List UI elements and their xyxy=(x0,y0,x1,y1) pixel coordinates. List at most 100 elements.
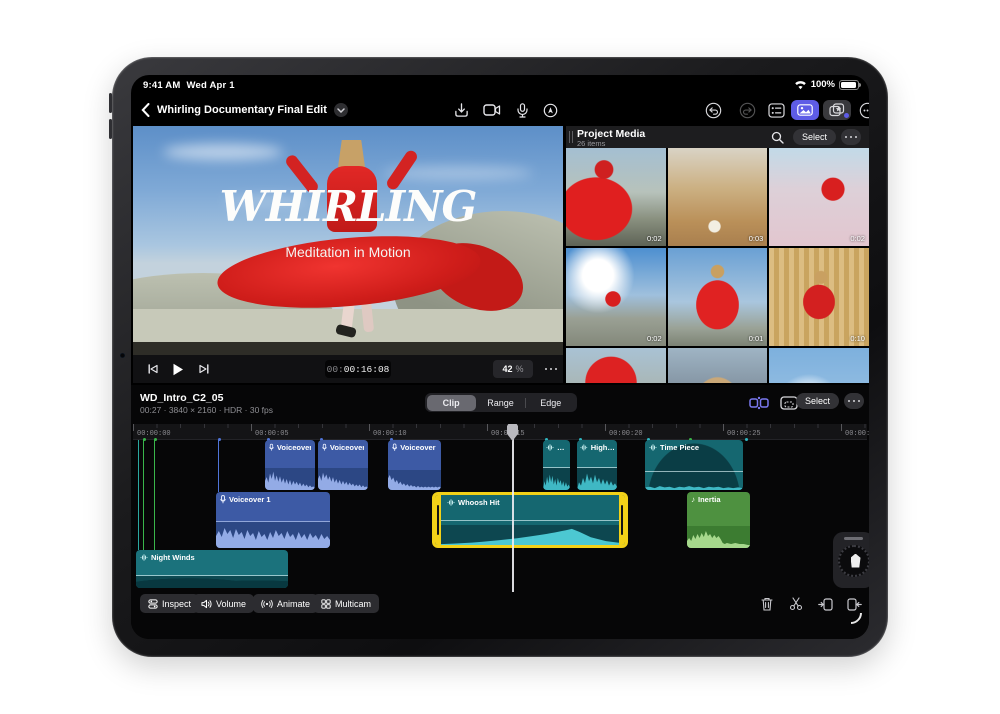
thumb-duration: 0:02 xyxy=(647,334,662,343)
zoom-value: 42 xyxy=(502,364,512,374)
media-thumb[interactable]: 0:01 xyxy=(668,248,768,346)
inspect-button[interactable]: Inspect xyxy=(140,594,199,613)
media-browser-icon[interactable] xyxy=(791,100,819,120)
ruler-label: 00:00:25 xyxy=(727,430,761,438)
insert-clip-icon[interactable] xyxy=(814,593,836,615)
back-icon[interactable] xyxy=(141,103,150,117)
clip-night-winds[interactable]: Night Winds xyxy=(136,550,288,588)
media-thumb[interactable] xyxy=(566,348,666,383)
skip-forward-icon[interactable] xyxy=(192,358,216,380)
clip-label: Voiceover 2 xyxy=(277,443,311,452)
clip-stem xyxy=(218,440,219,492)
media-thumb[interactable] xyxy=(668,348,768,383)
volume-down-button xyxy=(109,119,112,139)
skip-back-icon[interactable] xyxy=(141,358,165,380)
segment-edge[interactable]: Edge xyxy=(526,395,575,411)
clip-voiceover-2[interactable]: Voiceover 2 xyxy=(265,440,315,490)
status-bar: 9:41 AMWed Apr 1 100% xyxy=(131,75,869,97)
search-icon[interactable] xyxy=(765,126,789,148)
blade-cut-icon[interactable] xyxy=(785,593,807,615)
effects-browser-icon[interactable] xyxy=(823,100,851,120)
volume-label: Volume xyxy=(216,599,246,609)
clip-label: … xyxy=(557,443,565,452)
clip-label: Voiceover 3 xyxy=(400,443,437,452)
clip-voiceover-1[interactable]: Voiceover 1 xyxy=(216,492,330,548)
clip-voiceover-2b[interactable]: Voiceover 2 xyxy=(318,440,368,490)
browser-index-icon[interactable] xyxy=(764,99,788,121)
clip-high[interactable]: High… xyxy=(577,440,617,490)
inspect-icon xyxy=(148,599,158,609)
media-select-button[interactable]: Select xyxy=(793,129,836,145)
timeline-select-button[interactable]: Select xyxy=(796,393,839,409)
media-thumb[interactable] xyxy=(769,348,869,383)
clip-voiceover-3[interactable]: Voiceover 3 xyxy=(388,440,441,490)
delete-icon[interactable] xyxy=(756,593,778,615)
ruler-label: 00:00:00 xyxy=(137,430,171,438)
viewer[interactable]: WHIRLING Meditation in Motion xyxy=(133,126,563,355)
jog-drag-handle[interactable] xyxy=(844,537,863,540)
thumb-duration: 0:02 xyxy=(850,234,865,243)
clip-label: Inertia xyxy=(698,495,721,504)
record-voiceover-icon[interactable] xyxy=(538,99,562,121)
video-title-text: WHIRLING xyxy=(133,186,563,228)
front-camera xyxy=(120,353,125,358)
microphone-icon[interactable] xyxy=(510,99,534,121)
clip-label: Whoosh Hit xyxy=(458,498,500,507)
media-thumb[interactable]: 0:02 xyxy=(566,248,666,346)
timecode-prefix: 00: xyxy=(327,364,344,375)
clip-time-piece[interactable]: Time Piece xyxy=(645,440,743,490)
wifi-icon xyxy=(794,80,807,90)
clip-audio-small[interactable]: … xyxy=(543,440,570,490)
jog-wheel[interactable] xyxy=(833,532,869,588)
camera-icon[interactable] xyxy=(480,99,504,121)
import-icon[interactable] xyxy=(449,99,473,121)
thumb-duration: 0:10 xyxy=(850,334,865,343)
timeline-ruler[interactable]: 00:00:00 00:00:05 00:00:10 00:00:15 00:0… xyxy=(133,424,867,440)
more-options-icon[interactable] xyxy=(855,99,869,121)
volume-up-button xyxy=(109,93,112,113)
segment-clip[interactable]: Clip xyxy=(427,395,476,411)
volume-button[interactable]: Volume xyxy=(193,594,254,613)
ipad-device: 9:41 AMWed Apr 1 100% Whirling Documenta… xyxy=(112,57,888,657)
media-grid: 0:02 0:03 0:02 0:02 0:01 0:10 xyxy=(566,148,869,383)
cloud xyxy=(163,144,283,160)
trim-handle-left[interactable] xyxy=(435,495,441,545)
jog-pointer xyxy=(851,554,861,568)
clip-stem xyxy=(138,440,139,550)
stage: 9:41 AMWed Apr 1 100% Whirling Documenta… xyxy=(0,0,1000,714)
media-thumb[interactable]: 0:03 xyxy=(668,148,768,246)
thumb-duration: 0:01 xyxy=(749,334,764,343)
timeline-panel: WD_Intro_C2_05 00:27 · 3840 × 2160 · HDR… xyxy=(131,385,869,639)
dancer-hat xyxy=(338,140,365,167)
media-thumb[interactable]: 0:02 xyxy=(566,148,666,246)
video-subtitle-text: Meditation in Motion xyxy=(133,244,563,260)
clip-whoosh-hit-selected[interactable]: Whoosh Hit xyxy=(432,492,628,548)
media-more-icon[interactable] xyxy=(841,129,861,145)
connect-clips-icon[interactable] xyxy=(747,392,771,414)
title-chevron-down-icon[interactable] xyxy=(334,103,348,117)
viewer-more-icon[interactable] xyxy=(539,358,563,380)
playhead-line[interactable] xyxy=(512,424,514,592)
animate-icon xyxy=(261,599,273,609)
ruler-label: 00:00:20 xyxy=(609,430,643,438)
play-icon[interactable] xyxy=(166,358,190,380)
clip-inertia[interactable]: ♪ Inertia xyxy=(687,492,750,548)
media-thumb[interactable]: 0:10 xyxy=(769,248,869,346)
status-time-date: 9:41 AMWed Apr 1 xyxy=(143,80,235,91)
media-thumb[interactable]: 0:02 xyxy=(769,148,869,246)
undo-icon[interactable] xyxy=(701,99,725,121)
edit-mode-segmented-control: Clip Range Edge xyxy=(425,393,577,412)
timecode-display[interactable]: 00:00:16:08 xyxy=(325,360,391,378)
multicam-button[interactable]: Multicam xyxy=(313,594,379,613)
jog-dial[interactable] xyxy=(838,545,870,577)
timeline-more-icon[interactable] xyxy=(844,393,864,409)
project-title[interactable]: Whirling Documentary Final Edit xyxy=(157,104,327,116)
panel-resize-handle[interactable] xyxy=(569,131,573,143)
volume-icon xyxy=(201,599,212,609)
redo-icon[interactable] xyxy=(735,99,759,121)
segment-range[interactable]: Range xyxy=(476,395,525,411)
trim-handle-right[interactable] xyxy=(619,495,625,545)
zoom-level-control[interactable]: 42 % xyxy=(493,360,533,378)
animate-button[interactable]: Animate xyxy=(253,594,318,613)
clip-label: Voiceover 2 xyxy=(330,443,364,452)
